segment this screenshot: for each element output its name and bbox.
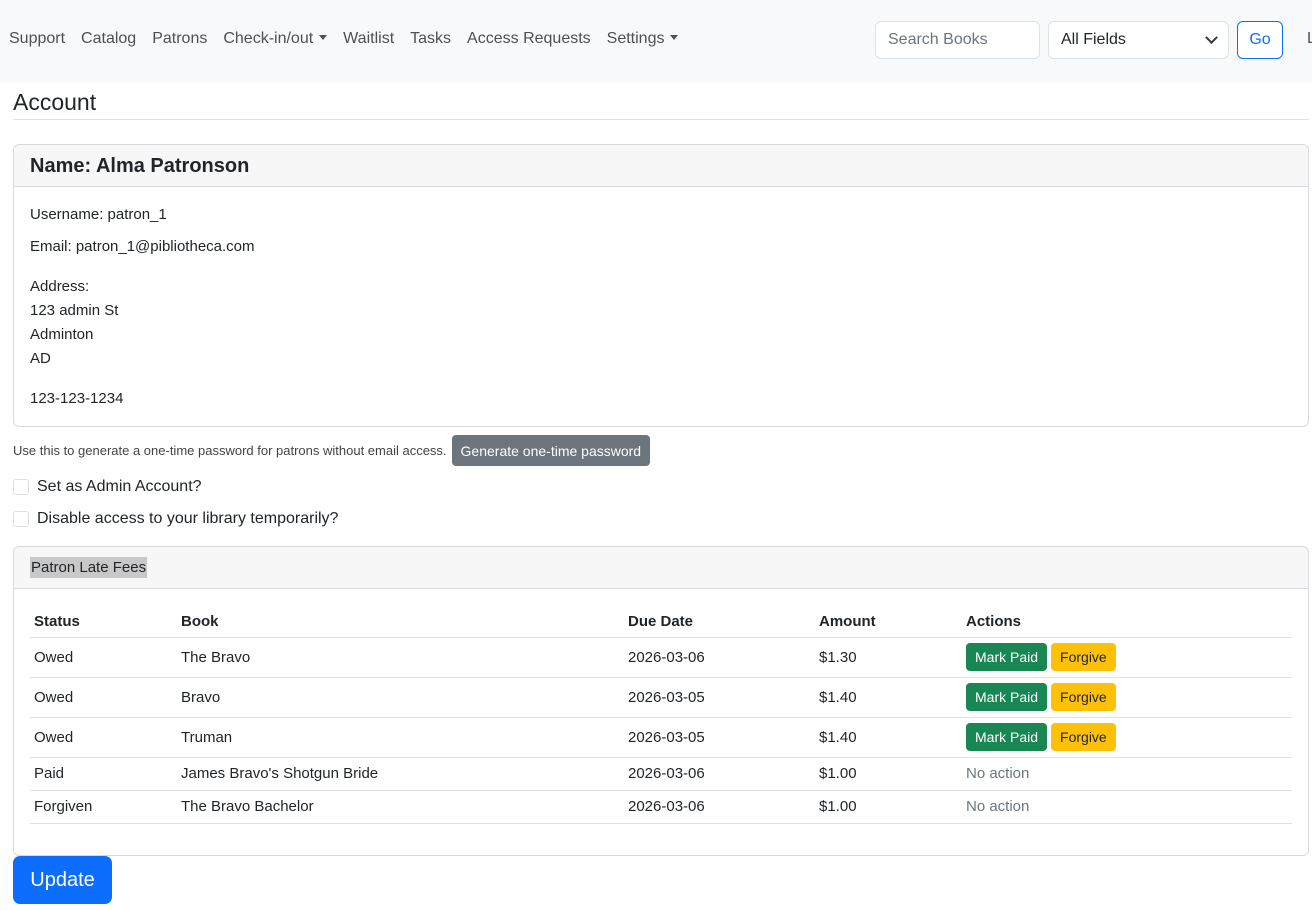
nav-links: Support Catalog Patrons Check-in/out Wai… [9,30,679,48]
nav-link-tasks[interactable]: Tasks [410,30,451,48]
late-fees-card: Patron Late Fees Status Book Due Date Am… [13,546,1309,856]
late-fees-title: Patron Late Fees [30,557,148,578]
fee-due-date: 2026-03-06 [624,757,815,791]
fee-actions: Mark Paid Forgive [962,677,1292,718]
nav-link-settings[interactable]: Settings [607,30,679,48]
mark-paid-button[interactable]: Mark Paid [966,643,1048,671]
disable-option: Disable access to your library temporari… [13,510,338,528]
fee-amount: $1.40 [815,677,962,718]
mark-paid-button[interactable]: Mark Paid [966,723,1048,751]
caret-down-icon [319,35,328,40]
forgive-button[interactable]: Forgive [1051,723,1116,751]
table-row: Forgiven The Bravo Bachelor 2026-03-06 $… [30,790,1292,824]
fee-actions: Mark Paid Forgive [962,637,1292,678]
late-fees-table: Status Book Due Date Amount Actions Owed… [30,606,1292,824]
fee-no-action: No action [962,790,1292,824]
nav-link-truncated[interactable]: L [1307,30,1312,48]
fee-amount: $1.00 [815,790,962,824]
table-row: Paid James Bravo's Shotgun Bride 2026-03… [30,757,1292,791]
table-row: Owed The Bravo 2026-03-06 $1.30 Mark Pai… [30,637,1292,678]
admin-checkbox[interactable] [13,479,29,495]
column-header-actions: Actions [962,606,1292,638]
forgive-button[interactable]: Forgive [1051,683,1116,711]
nav-link-waitlist[interactable]: Waitlist [343,30,394,48]
fee-due-date: 2026-03-05 [624,677,815,718]
nav-link-access-requests[interactable]: Access Requests [467,30,591,48]
fee-status: Forgiven [30,790,177,824]
nav-link-checkinout[interactable]: Check-in/out [223,30,328,48]
fee-status: Owed [30,637,177,678]
profile-username: Username: patron_1 [30,206,167,223]
profile-address-line2: Adminton [30,326,94,343]
update-button[interactable]: Update [13,856,112,904]
late-fees-header: Patron Late Fees [14,547,1308,589]
fee-due-date: 2026-03-06 [624,790,815,824]
profile-email: Email: patron_1@pibliotheca.com [30,238,255,255]
go-button[interactable]: Go [1237,21,1283,59]
search-input[interactable] [875,21,1040,59]
column-header-amount: Amount [815,606,962,638]
admin-option: Set as Admin Account? [13,478,202,496]
page-title: Account [13,89,97,115]
search-field-select-value: All Fields [1061,31,1126,48]
fee-actions: Mark Paid Forgive [962,717,1292,758]
fee-amount: $1.00 [815,757,962,791]
profile-address-line3: AD [30,350,51,367]
fee-book: James Bravo's Shotgun Bride [177,757,624,791]
profile-name: Name: Alma Patronson [14,145,1308,187]
search-field-select[interactable]: All Fields [1048,21,1229,59]
admin-checkbox-label: Set as Admin Account? [37,478,202,495]
fee-book: Truman [177,717,624,758]
profile-card: Name: Alma Patronson Username: patron_1 … [13,144,1309,427]
table-header-row: Status Book Due Date Amount Actions [30,606,1292,638]
fee-book: Bravo [177,677,624,718]
nav-link-patrons[interactable]: Patrons [152,30,207,48]
fee-book: The Bravo Bachelor [177,790,624,824]
fee-status: Paid [30,757,177,791]
fee-status: Owed [30,717,177,758]
table-row: Owed Truman 2026-03-05 $1.40 Mark Paid Fo… [30,717,1292,758]
forgive-button[interactable]: Forgive [1051,643,1116,671]
nav-link-checkinout-label: Check-in/out [223,30,314,47]
profile-address-line1: 123 admin St [30,302,119,319]
column-header-status: Status [30,606,177,638]
fee-status: Owed [30,677,177,718]
fee-amount: $1.40 [815,717,962,758]
generate-otp-button[interactable]: Generate one-time password [451,435,651,466]
chevron-down-icon [1205,30,1218,44]
fee-no-action: No action [962,757,1292,791]
column-header-book: Book [177,606,624,638]
disable-access-label: Disable access to your library temporari… [37,510,339,527]
fee-amount: $1.30 [815,637,962,678]
disable-access-checkbox[interactable] [13,511,29,527]
profile-address-label: Address: [30,278,90,295]
fee-book: The Bravo [177,637,624,678]
otp-row: Use this to generate a one-time password… [13,435,651,466]
profile-phone: 123-123-1234 [30,390,124,407]
navbar: Support Catalog Patrons Check-in/out Wai… [0,0,1312,83]
fee-due-date: 2026-03-06 [624,637,815,678]
mark-paid-button[interactable]: Mark Paid [966,683,1048,711]
fee-due-date: 2026-03-05 [624,717,815,758]
nav-link-settings-label: Settings [606,30,665,47]
otp-help-text: Use this to generate a one-time password… [13,443,447,458]
table-row: Owed Bravo 2026-03-05 $1.40 Mark Paid For… [30,677,1292,718]
title-divider [13,119,1309,120]
nav-link-catalog[interactable]: Catalog [81,30,136,48]
column-header-due-date: Due Date [624,606,815,638]
nav-link-support[interactable]: Support [9,30,65,48]
caret-down-icon [670,35,679,40]
